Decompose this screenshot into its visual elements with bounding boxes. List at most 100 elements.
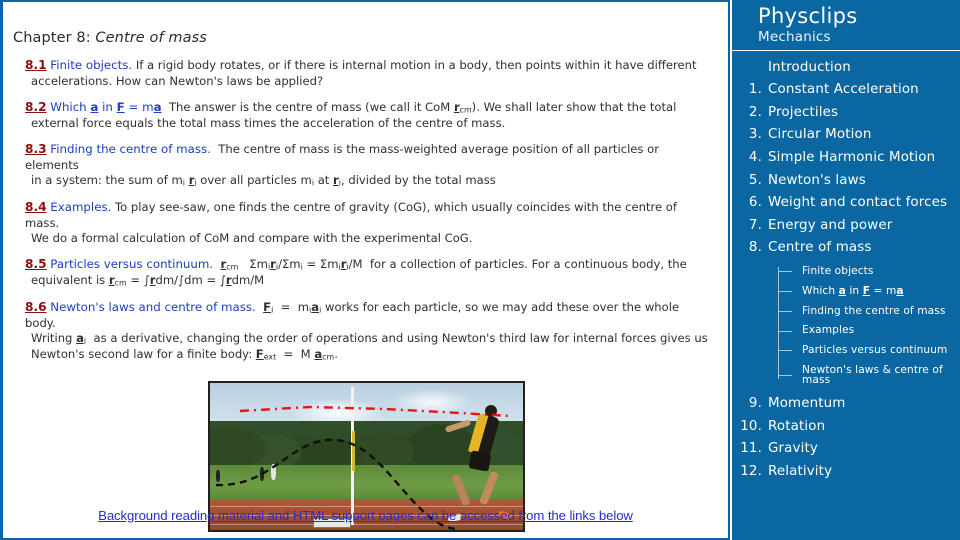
chapter-name: Centre of mass <box>95 30 207 46</box>
tree-branch-line <box>779 291 792 293</box>
sidebar-nav: Introduction 1. Constant Acceleration 2.… <box>732 51 960 483</box>
sidebar-item-label: Energy and power <box>768 217 893 233</box>
section-number[interactable]: 8.3 <box>25 142 47 156</box>
sidebar-subitem-label: Newton's laws & centre of mass <box>802 363 943 387</box>
tree-branch-line <box>779 350 792 352</box>
section-number[interactable]: 8.1 <box>25 58 47 72</box>
sidebar-subitem-particles-versus-continuum[interactable]: Particles versus continuum <box>779 340 960 360</box>
sidebar-item-centre-of-mass[interactable]: 8. Centre of mass <box>732 237 960 260</box>
tree-branch-line <box>779 330 792 332</box>
sidebar-subitem-newtons-laws-and-centre-of-mass[interactable]: Newton's laws & centre of mass <box>779 360 960 390</box>
nav-number: 8. <box>748 240 762 256</box>
section-text-line-2: external force equals the total mass tim… <box>31 115 506 130</box>
section-number[interactable]: 8.6 <box>25 300 47 314</box>
section-title-link[interactable]: Finding the centre of mass. <box>50 142 211 156</box>
section-8-4: 8.4 Examples. To play see-saw, one finds… <box>25 200 710 246</box>
sidebar-subitem-which-a-in-f-ma[interactable]: Which a in F = ma <box>779 281 960 301</box>
sidebar-item-introduction[interactable]: Introduction <box>732 56 960 79</box>
section-text-line-1: To play see-saw, one finds the centre of… <box>25 199 677 230</box>
page-title: Chapter 8: Centre of mass <box>3 2 728 46</box>
section-number[interactable]: 8.4 <box>25 200 47 214</box>
sidebar-item-label: Circular Motion <box>768 127 872 143</box>
sidebar-subitem-label: Examples <box>802 324 855 337</box>
sidebar-item-constant-acceleration[interactable]: 1. Constant Acceleration <box>732 79 960 102</box>
background-reading-link[interactable]: Background reading material and HTML sup… <box>98 508 633 523</box>
sidebar-subitem-label: Finding the centre of mass <box>802 304 946 317</box>
sidebar-subitem-label: Finite objects <box>802 264 874 277</box>
tree-trunk-line <box>778 267 779 379</box>
sidebar-item-label: Momentum <box>768 396 846 412</box>
section-text-line-1: rcm Σmiri/Σmi = Σmiri/M for a collection… <box>220 256 687 272</box>
sidebar-subitem-label: Which a in F = ma <box>802 284 904 297</box>
section-text-line-1: If a rigid body rotates, or if there is … <box>135 58 697 72</box>
section-title-link[interactable]: Finite objects. <box>50 58 132 72</box>
nav-number: 1. <box>748 82 762 98</box>
brand-title[interactable]: Physclips <box>732 0 960 28</box>
section-8-6: 8.6 Newton's laws and centre of mass. Fi… <box>25 300 710 363</box>
bottom-link-container: Background reading material and HTML sup… <box>3 505 728 524</box>
sidebar-subnav-centre-of-mass: Finite objects Which a in F = ma Finding… <box>732 261 960 390</box>
sidebar-item-label: Centre of mass <box>768 240 872 256</box>
sidebar-item-simple-harmonic-motion[interactable]: 4. Simple Harmonic Motion <box>732 146 960 169</box>
nav-number: 6. <box>748 195 762 211</box>
section-text-line-2: in a system: the sum of mi ri over all p… <box>31 172 496 188</box>
sidebar-item-projectiles[interactable]: 2. Projectiles <box>732 101 960 124</box>
sidebar-item-label: Newton's laws <box>768 172 866 188</box>
section-text-line-2: accelerations. How can Newton's laws be … <box>31 73 324 88</box>
sidebar-subitem-examples[interactable]: Examples <box>779 321 960 341</box>
section-text-line-2: We do a formal calculation of CoM and co… <box>31 230 473 245</box>
centre-of-mass-path-red-dashed <box>239 405 511 418</box>
section-8-1: 8.1 Finite objects. If a rigid body rota… <box>25 58 710 89</box>
section-number[interactable]: 8.5 <box>25 257 47 271</box>
nav-number: 9. <box>748 396 762 412</box>
section-text-line-3: Newton's second law for a finite body: F… <box>31 346 338 362</box>
section-8-2: 8.2 Which a in F = ma The answer is the … <box>25 100 710 131</box>
sidebar-subitem-finding-the-centre-of-mass[interactable]: Finding the centre of mass <box>779 301 960 321</box>
sidebar-item-label: Introduction <box>768 59 851 75</box>
nav-number: 12. <box>740 464 762 479</box>
brand-subtitle: Mechanics <box>758 29 831 45</box>
section-text-line-1: The answer is the centre of mass (we cal… <box>165 99 677 115</box>
section-title-link[interactable]: Examples. <box>50 200 111 214</box>
sidebar-item-momentum[interactable]: 9. Momentum <box>732 393 960 416</box>
sidebar-item-gravity[interactable]: 11. Gravity <box>732 438 960 461</box>
tree-branch-line <box>779 375 792 377</box>
sidebar-item-label: Weight and contact forces <box>768 195 948 211</box>
tree-branch-line <box>779 271 792 273</box>
sidebar-item-energy-and-power[interactable]: 7. Energy and power <box>732 214 960 237</box>
section-text-line-2: equivalent is rcm = ∫rdm/∫dm = ∫rdm/M <box>31 272 265 288</box>
nav-number: 7. <box>748 217 762 233</box>
section-title-link[interactable]: Newton's laws and centre of mass. <box>50 300 256 314</box>
sidebar-subitem-label: Particles versus continuum <box>802 344 948 357</box>
sidebar-item-label: Relativity <box>768 464 833 479</box>
sidebar-item-label: Constant Acceleration <box>768 82 919 98</box>
nav-number: 11. <box>740 441 762 457</box>
chapter-prefix: Chapter 8: <box>13 30 91 46</box>
sidebar-item-newtons-laws[interactable]: 5. Newton's laws <box>732 169 960 192</box>
sidebar-item-label: Projectiles <box>768 104 839 120</box>
sidebar-item-weight-and-contact-forces[interactable]: 6. Weight and contact forces <box>732 192 960 215</box>
page-root: Chapter 8: Centre of mass 8.1 Finite obj… <box>0 0 960 540</box>
section-8-3: 8.3 Finding the centre of mass. The cent… <box>25 142 710 189</box>
nav-number: 2. <box>748 104 762 120</box>
section-title-link[interactable]: Which a in F = ma <box>50 100 161 114</box>
sidebar-item-label: Gravity <box>768 441 818 457</box>
section-list: 8.1 Finite objects. If a rigid body rota… <box>3 46 728 363</box>
section-title-link[interactable]: Particles versus continuum. <box>50 257 213 271</box>
sidebar-item-relativity[interactable]: 12. Relativity <box>732 460 960 483</box>
sidebar-item-rotation[interactable]: 10. Rotation <box>732 415 960 438</box>
sidebar-subitem-finite-objects[interactable]: Finite objects <box>779 261 960 281</box>
tree-branch-line <box>779 310 792 312</box>
section-8-5: 8.5 Particles versus continuum. rcm Σmir… <box>25 257 710 289</box>
sidebar-item-label: Simple Harmonic Motion <box>768 149 936 165</box>
nav-number: 3. <box>748 127 762 143</box>
content-panel: Chapter 8: Centre of mass 8.1 Finite obj… <box>0 0 730 540</box>
sidebar-item-label: Rotation <box>768 418 826 434</box>
nav-number: 10. <box>740 418 762 434</box>
sidebar-item-circular-motion[interactable]: 3. Circular Motion <box>732 124 960 147</box>
nav-number: 4. <box>748 149 762 165</box>
nav-number: 5. <box>748 172 762 188</box>
section-number[interactable]: 8.2 <box>25 100 47 114</box>
section-text-line-2: Writing ai as a derivative, changing the… <box>31 330 708 346</box>
sidebar: Physclips Mechanics Introduction 1. Cons… <box>732 0 960 540</box>
